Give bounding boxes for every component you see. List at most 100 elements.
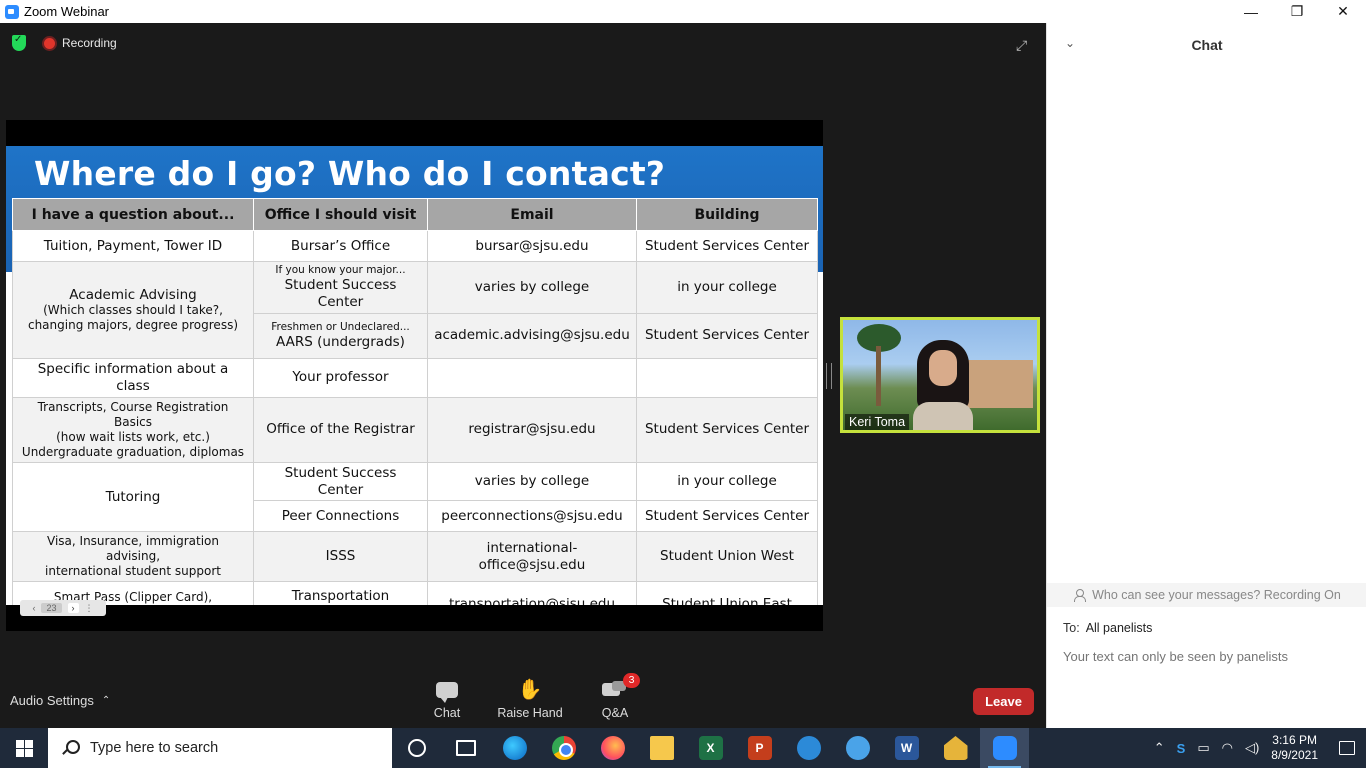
recording-dot-icon (44, 37, 55, 49)
building-cell: in your college (636, 461, 818, 502)
cortana-button[interactable] (392, 728, 441, 768)
speaker-video-tile[interactable]: Keri Toma (840, 317, 1040, 433)
question-line: Transcripts, Course Registration Basics (37, 399, 229, 429)
app-1[interactable] (784, 728, 833, 768)
qa-label: Q&A (601, 706, 629, 720)
encryption-shield-icon[interactable] (12, 34, 26, 51)
slide-more-button[interactable]: ⋮ (85, 603, 94, 614)
edge-icon (502, 736, 527, 760)
vpn-app[interactable] (931, 728, 980, 768)
wifi-icon[interactable]: ◠ (1222, 740, 1233, 756)
skype-icon[interactable]: S (1177, 741, 1186, 756)
question-title: Academic Advising (69, 286, 197, 303)
building-cell (636, 357, 818, 398)
building-cell: Student Union West (636, 531, 818, 583)
leave-button[interactable]: Leave (973, 688, 1034, 715)
clock[interactable]: 3:16 PM 8/9/2021 (1271, 733, 1318, 763)
recording-indicator[interactable]: Recording (44, 36, 117, 50)
window-title: Zoom Webinar (24, 4, 110, 19)
panel-splitter-handle[interactable] (826, 363, 832, 389)
question-cell: Specific information about a class (12, 357, 254, 398)
cortana-icon (407, 739, 426, 757)
window-titlebar: Zoom Webinar — ❐ ✕ (0, 0, 1366, 23)
volume-icon[interactable]: ◁) (1245, 740, 1259, 756)
question-cell: Visa, Insurance, immigration advising, i… (12, 531, 254, 583)
chat-button[interactable]: Chat (412, 678, 482, 722)
minimize-button[interactable]: — (1228, 0, 1274, 23)
question-cell: Transcripts, Course Registration Basics … (12, 396, 254, 463)
office-cell: Transportation Solutions (253, 581, 428, 605)
chat-header: ⌄ Chat (1047, 23, 1366, 67)
search-placeholder: Type here to search (90, 740, 219, 756)
office-hint: If you know your major... (275, 264, 406, 276)
zoom-app[interactable] (980, 728, 1029, 768)
word-app[interactable]: W (882, 728, 931, 768)
edge-app[interactable] (490, 728, 539, 768)
speaker-name: Keri Toma (845, 414, 910, 430)
office-cell: Student Success Center (253, 461, 428, 502)
taskbar-apps: X P W (392, 728, 1029, 768)
chevron-up-icon[interactable]: ⌃ (1154, 740, 1165, 756)
restore-button[interactable]: ❐ (1274, 0, 1320, 23)
recipient-select[interactable]: All panelists (1086, 621, 1153, 635)
zoom-icon (992, 736, 1017, 760)
raise-hand-label: Raise Hand (497, 706, 563, 720)
building-cell: in your college (636, 261, 818, 314)
next-slide-button[interactable]: › (67, 603, 79, 613)
raise-hand-icon-wrap: ✋ (495, 678, 565, 702)
table-header-row: I have a question about... Office I shou… (12, 198, 818, 231)
notification-icon (1339, 741, 1355, 755)
visibility-text: Who can see your messages? Recording On (1092, 588, 1341, 602)
notification-center-button[interactable] (1328, 728, 1366, 768)
email-cell: bursar@sjsu.edu (427, 230, 637, 262)
table-row: Visa, Insurance, immigration advising, i… (12, 531, 818, 583)
office-cell: Freshmen or Undeclared... AARS (undergra… (253, 312, 428, 359)
prev-slide-button[interactable]: ‹ (32, 603, 35, 613)
app-2[interactable] (833, 728, 882, 768)
user-icon (1073, 588, 1087, 602)
powerpoint-app[interactable]: P (735, 728, 784, 768)
excel-app[interactable]: X (686, 728, 735, 768)
meeting-status: Recording (12, 34, 117, 51)
home-lock-icon (943, 736, 968, 760)
close-button[interactable]: ✕ (1320, 0, 1366, 23)
qa-count-badge: 3 (623, 673, 640, 688)
raise-hand-button[interactable]: ✋ Raise Hand (495, 678, 565, 722)
search-icon (62, 740, 80, 756)
chrome-app[interactable] (539, 728, 588, 768)
message-visibility-bar[interactable]: Who can see your messages? Recording On (1047, 583, 1366, 607)
speaker-figure (913, 340, 973, 430)
chat-message-input[interactable] (1063, 649, 1353, 664)
question-subtitle: (Which classes should I take?, changing … (27, 303, 239, 333)
qa-button[interactable]: 3 Q&A (580, 673, 650, 722)
task-view-button[interactable] (441, 728, 490, 768)
meeting-video-area: Recording ⤢ Where do I go? Who do I cont… (0, 23, 1046, 728)
firefox-app[interactable] (588, 728, 637, 768)
office-name: Student Success Center (284, 277, 397, 310)
column-header: I have a question about... (12, 198, 254, 231)
column-header: Office I should visit (253, 198, 428, 231)
email-cell: peerconnections@sjsu.edu (427, 500, 637, 533)
audio-settings-button[interactable]: Audio Settings ⌃ (10, 693, 110, 708)
chat-title: Chat (1191, 37, 1223, 53)
remote-app-icon (796, 736, 821, 760)
globe-app-icon (845, 736, 870, 760)
office-cell: Peer Connections (253, 500, 428, 533)
shared-screen: Where do I go? Who do I contact? I have … (6, 120, 823, 631)
table-row: Transcripts, Course Registration Basics … (12, 396, 818, 463)
start-button[interactable] (0, 728, 48, 768)
building-cell: Student Services Center (636, 312, 818, 359)
taskbar-search[interactable]: Type here to search (48, 728, 392, 768)
file-explorer-app[interactable] (637, 728, 686, 768)
system-tray: ⌃ S ▭ ◠ ◁) 3:16 PM 8/9/2021 (1148, 728, 1366, 768)
table-row: Tuition, Payment, Tower ID Bursar’s Offi… (12, 230, 818, 262)
contact-table: I have a question about... Office I shou… (12, 198, 818, 605)
zoom-app-icon (5, 4, 19, 19)
battery-icon[interactable]: ▭ (1197, 740, 1209, 756)
audio-settings-label: Audio Settings (10, 693, 94, 708)
fullscreen-icon[interactable]: ⤢ (1016, 37, 1032, 53)
slide-title: Where do I go? Who do I contact? (34, 154, 666, 193)
column-header: Building (636, 198, 818, 231)
table-row: Academic Advising (Which classes should … (12, 261, 818, 359)
question-line: Visa, Insurance, immigration advising, (47, 534, 219, 564)
